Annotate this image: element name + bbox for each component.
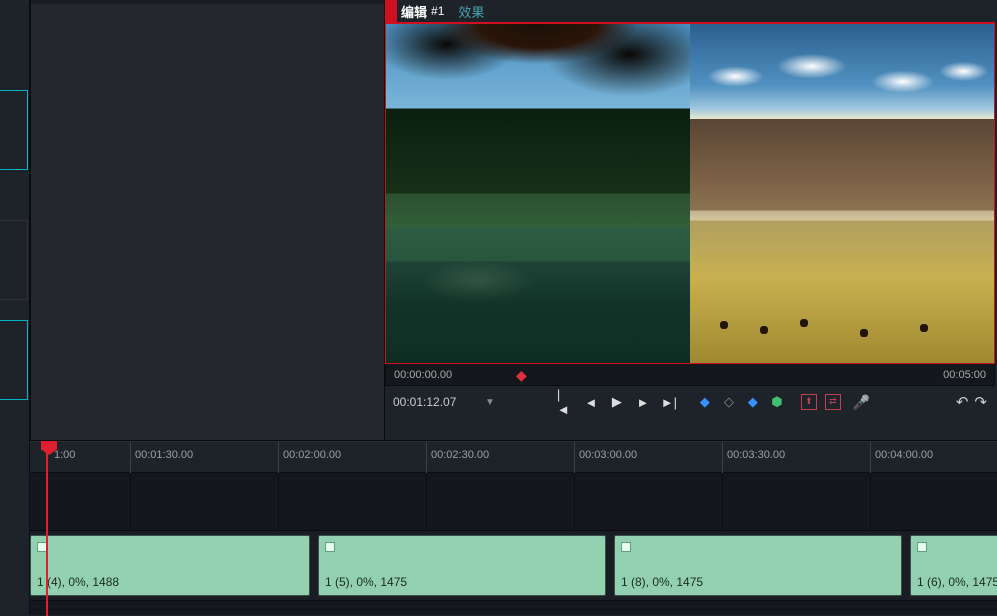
sidebar-panel-1[interactable]	[0, 90, 28, 170]
current-timecode[interactable]: 00:01:12.07	[393, 395, 473, 409]
mark-in-icon[interactable]: ◆	[697, 394, 713, 410]
clip-label: 1 (6), 0%, 1475	[917, 575, 997, 589]
clip[interactable]: 1 (6), 0%, 1475	[910, 535, 997, 596]
ruler-tick-label: 00:02:30.00	[427, 449, 489, 461]
preview-image-right	[690, 24, 994, 363]
mark-clear-icon[interactable]: ◇	[721, 394, 737, 410]
clip-label: 1 (4), 0%, 1488	[37, 575, 119, 589]
sidebar-panel-2[interactable]	[0, 220, 28, 300]
undo-button[interactable]: ↶	[956, 393, 969, 411]
preview-mini-timeline[interactable]: 00:00:00.00 ◆ 00:05:00	[385, 364, 995, 386]
play-button[interactable]: ▶	[609, 394, 625, 410]
timeline-ruler[interactable]: 1:00 00:01:30.00 00:02:00.00 00:02:30.00…	[0, 441, 997, 473]
clip[interactable]: 1 (8), 0%, 1475	[614, 535, 902, 596]
overwrite-edit-icon[interactable]: ⇄	[825, 394, 841, 410]
preview-image-left	[386, 24, 690, 363]
tab-edit[interactable]: 编辑	[397, 2, 431, 21]
tab-edit-number: #1	[431, 4, 452, 18]
clip[interactable]: 1 (5), 0%, 1475	[318, 535, 606, 596]
undo-redo-controls: ↶ ↷	[956, 393, 987, 411]
preview-tabs: 编辑 #1 效果	[385, 0, 997, 22]
ruler-tick-label: 00:03:00.00	[575, 449, 637, 461]
timecode-dropdown-icon[interactable]: ▼	[479, 397, 501, 408]
tab-effects[interactable]: 效果	[452, 2, 490, 21]
video-track[interactable]: 1 (4), 0%, 1488 1 (5), 0%, 1475 1 (8), 0…	[0, 531, 997, 601]
clip-handle-icon[interactable]	[621, 542, 631, 552]
go-last-button[interactable]: ►|	[661, 394, 677, 410]
insert-edit-icon[interactable]: ⬆	[801, 394, 817, 410]
sidebar-panel-3[interactable]	[0, 320, 28, 400]
mini-timeline-marker-icon[interactable]: ◆	[516, 367, 527, 384]
record-indicator-icon	[385, 0, 397, 22]
step-back-button[interactable]: ◄	[583, 394, 599, 410]
mark-range-icon[interactable]: ⬢	[769, 394, 785, 410]
preview-panel: 编辑 #1 效果 00:00:00.00 ◆ 00:05:00 00:01:12…	[385, 0, 997, 440]
mark-out-icon[interactable]: ◆	[745, 394, 761, 410]
clip[interactable]: 1 (4), 0%, 1488	[30, 535, 310, 596]
redo-button[interactable]: ↷	[974, 393, 987, 411]
main-timeline: 1:00 00:01:30.00 00:02:00.00 00:02:30.00…	[0, 440, 997, 615]
ruler-tick-label: 00:01:30.00	[131, 449, 193, 461]
mini-timeline-start: 00:00:00.00	[394, 369, 452, 381]
go-first-button[interactable]: |◄	[557, 394, 573, 410]
clip-label: 1 (5), 0%, 1475	[325, 575, 407, 589]
clip-handle-icon[interactable]	[325, 542, 335, 552]
step-forward-button[interactable]: ►	[635, 394, 651, 410]
transport-controls: |◄ ◄ ▶ ► ►|	[557, 394, 677, 410]
microphone-icon[interactable]: 🎤	[853, 394, 870, 411]
marker-controls: ◆ ◇ ◆ ⬢	[697, 394, 785, 410]
clip-handle-icon[interactable]	[917, 542, 927, 552]
ruler-tick-label: 00:02:00.00	[279, 449, 341, 461]
timeline-gutter	[0, 440, 30, 615]
clip-label: 1 (8), 0%, 1475	[621, 575, 703, 589]
ruler-tick-label: 00:03:30.00	[723, 449, 785, 461]
preview-viewport[interactable]	[385, 22, 995, 364]
playhead-line	[46, 441, 48, 616]
tracks-spacer	[0, 473, 997, 531]
ruler-tick-label: 00:04:00.00	[871, 449, 933, 461]
mid-empty-panel	[30, 0, 385, 440]
mini-timeline-end: 00:05:00	[943, 369, 986, 381]
left-sidebar	[0, 0, 30, 440]
transport-bar: 00:01:12.07 ▼ |◄ ◄ ▶ ► ►| ◆ ◇ ◆ ⬢ ⬆ ⇄ 🎤 …	[385, 386, 995, 414]
edit-tool-controls: ⬆ ⇄ 🎤	[801, 394, 870, 411]
